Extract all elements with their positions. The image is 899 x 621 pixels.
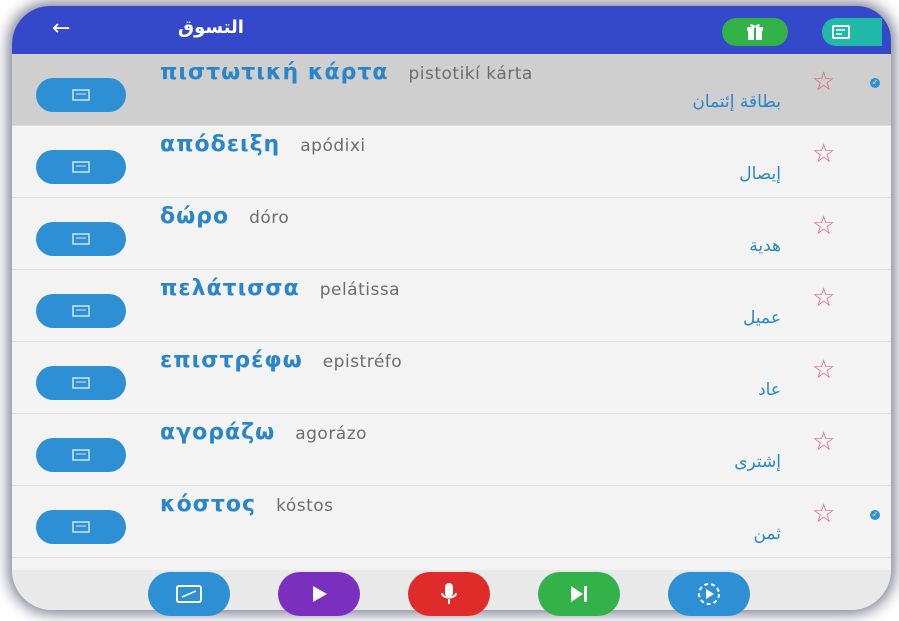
- arabic-translation: ثمن: [753, 524, 781, 544]
- word-row[interactable]: πελάτισσα pelátissa عميل ☆: [12, 270, 891, 342]
- card-button[interactable]: [36, 150, 126, 184]
- card-icon: [72, 449, 90, 461]
- transliteration: kóstos: [276, 496, 334, 516]
- card-icon: [72, 161, 90, 173]
- arabic-translation: إشترى: [734, 452, 781, 472]
- greek-word: δώρο dóro: [160, 204, 290, 229]
- check-icon: ✓: [870, 78, 880, 88]
- arabic-translation: عميل: [743, 308, 781, 328]
- transliteration: dóro: [249, 208, 290, 228]
- card-icon: [72, 377, 90, 389]
- transliteration: pelátissa: [319, 280, 401, 300]
- word-row[interactable]: απόδειξη apódixi إيصال ☆: [12, 126, 891, 198]
- arabic-translation: هدية: [749, 236, 781, 256]
- arabic-translation: إيصال: [739, 164, 781, 184]
- app-header: ← التسوق: [12, 6, 891, 54]
- greek-word: αγοράζω agorázo: [160, 420, 368, 445]
- check-icon: ✓: [870, 510, 880, 520]
- gift-button[interactable]: [722, 18, 788, 46]
- flashcard-mode-button[interactable]: [148, 572, 230, 616]
- word-row[interactable]: πιστωτική κάρτα pistotikí kárta بطاقة إئت…: [12, 54, 891, 126]
- card-button[interactable]: [36, 438, 126, 472]
- skip-next-icon: [571, 586, 587, 602]
- word-row[interactable]: δώρο dóro هدية ☆: [12, 198, 891, 270]
- transliteration: agorázo: [295, 424, 368, 444]
- star-icon[interactable]: ☆: [812, 141, 835, 167]
- star-icon[interactable]: ☆: [812, 429, 835, 455]
- greek-word: πιστωτική κάρτα pistotikí kárta: [160, 60, 533, 85]
- card-button[interactable]: [36, 222, 126, 256]
- card-icon: [72, 233, 90, 245]
- page-title: التسوق: [178, 17, 244, 38]
- card-icon: [176, 585, 202, 603]
- arabic-translation: عاد: [758, 380, 781, 400]
- word-row[interactable]: αγοράζω agorázo إشترى ☆: [12, 414, 891, 486]
- back-arrow-icon[interactable]: ←: [52, 14, 70, 44]
- card-icon: [72, 305, 90, 317]
- phone-screen: ← التسوق πιστωτική κάρτα pistotikí kárta …: [12, 6, 891, 610]
- word-row[interactable]: επιστρέφω epistréfo عاد ☆: [12, 342, 891, 414]
- transliteration: epistréfo: [322, 352, 403, 372]
- star-icon[interactable]: ☆: [812, 69, 835, 95]
- card-button[interactable]: [36, 366, 126, 400]
- play-button[interactable]: [278, 572, 360, 616]
- card-button[interactable]: [36, 78, 126, 112]
- transliteration: apódixi: [300, 136, 366, 156]
- play-icon: [313, 586, 327, 602]
- star-icon[interactable]: ☆: [812, 357, 835, 383]
- microphone-icon: [441, 583, 457, 604]
- card-icon: [72, 89, 90, 101]
- greek-word: επιστρέφω epistréfo: [160, 348, 403, 373]
- star-icon[interactable]: ☆: [812, 285, 835, 311]
- card-button[interactable]: [36, 294, 126, 328]
- word-row[interactable]: κόστος kóstos ثمن ☆ ✓: [12, 486, 891, 558]
- gift-icon: [747, 24, 763, 40]
- word-list: πιστωτική κάρτα pistotikí kárta بطاقة إئت…: [12, 54, 891, 558]
- flashcards-button[interactable]: [822, 18, 882, 46]
- cards-icon: [832, 25, 850, 39]
- record-button[interactable]: [408, 572, 490, 616]
- replay-icon: [698, 583, 720, 605]
- card-button[interactable]: [36, 510, 126, 544]
- transliteration: pistotikí kárta: [408, 64, 533, 84]
- star-icon[interactable]: ☆: [812, 501, 835, 527]
- arabic-translation: بطاقة إئتمان: [692, 92, 781, 112]
- card-icon: [72, 521, 90, 533]
- next-button[interactable]: [538, 572, 620, 616]
- greek-word: απόδειξη apódixi: [160, 132, 366, 157]
- star-icon[interactable]: ☆: [812, 213, 835, 239]
- repeat-button[interactable]: [668, 572, 750, 616]
- greek-word: πελάτισσα pelátissa: [160, 276, 401, 301]
- greek-word: κόστος kóstos: [160, 492, 334, 517]
